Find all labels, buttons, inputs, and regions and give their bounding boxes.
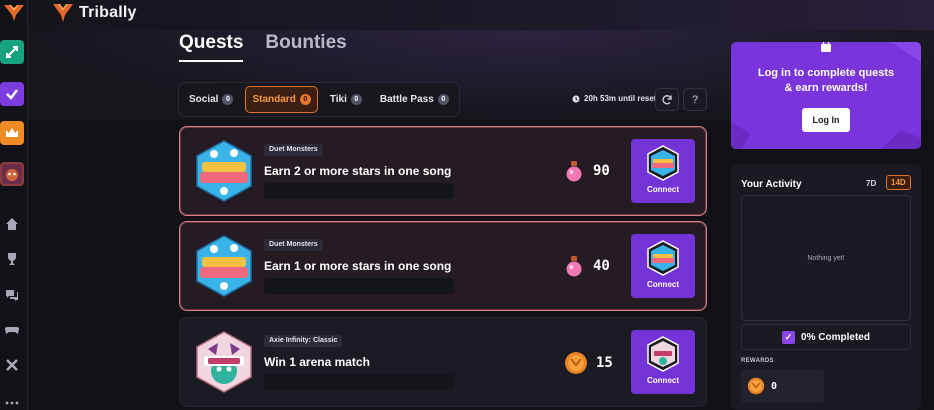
- help-icon: ?: [691, 93, 699, 106]
- quest-reward: 90: [564, 160, 610, 182]
- quest-category-tabs: Social 0 Standard 0 Tiki 0 Battle Pass 0: [178, 82, 460, 117]
- subtab-label: Tiki: [329, 94, 347, 105]
- quest-reward: 40: [564, 255, 610, 277]
- quest-progress-bar: [264, 278, 454, 294]
- tribally-logo-icon[interactable]: [3, 4, 25, 22]
- left-rail: [0, 0, 28, 410]
- check-icon: [6, 89, 18, 100]
- subtab-label: Battle Pass: [379, 94, 434, 105]
- range-14d-toggle[interactable]: 14D: [886, 175, 911, 190]
- tribally-logo-icon: [53, 4, 73, 22]
- activity-title: Your Activity: [741, 179, 802, 190]
- axie-infinity-logo-icon: [196, 331, 252, 393]
- swap-icon: [6, 46, 18, 58]
- quest-card[interactable]: Duet Monsters Earn 2 or more stars in on…: [179, 126, 707, 216]
- login-line-2: & earn rewards!: [784, 82, 868, 94]
- empty-state-text: Nothing yet!: [807, 254, 845, 262]
- duet-monsters-logo-icon: [196, 235, 252, 297]
- potion-icon: [566, 161, 582, 182]
- duet-monsters-logo-icon: [196, 140, 252, 202]
- coin-icon: [747, 377, 765, 395]
- connect-button[interactable]: Connect: [631, 330, 695, 394]
- potion-icon: [566, 256, 582, 277]
- quest-game-tag: Axie Infinity: Classic: [264, 335, 343, 347]
- tools-icon[interactable]: [5, 358, 19, 372]
- app-shortcut-check[interactable]: [0, 82, 24, 106]
- reward-amount: 90: [593, 163, 610, 179]
- quest-title: Earn 1 or more stars in one song: [264, 259, 452, 273]
- refresh-icon: [662, 94, 672, 104]
- reward-amount: 40: [593, 258, 610, 274]
- coin-icon: [565, 352, 587, 374]
- activity-chart-area: Nothing yet!: [741, 195, 911, 321]
- quest-progress-bar: [264, 183, 454, 199]
- quest-progress-bar: [264, 374, 454, 390]
- connect-label: Connect: [647, 185, 679, 194]
- refresh-button[interactable]: [655, 88, 679, 111]
- connect-button[interactable]: Connect: [631, 139, 695, 203]
- login-line-1: Log in to complete quests: [757, 67, 895, 79]
- quest-title: Win 1 arena match: [264, 355, 370, 369]
- activity-panel: Your Activity 7D 14D Nothing yet! ✓ 0% C…: [731, 164, 921, 410]
- trophy-icon[interactable]: [5, 252, 19, 266]
- login-message: Log in to complete quests & earn rewards…: [731, 66, 921, 96]
- completion-text: 0% Completed: [801, 331, 870, 343]
- main-tabs: Quests Bounties: [179, 32, 347, 62]
- count-badge: 0: [437, 94, 449, 105]
- app-shortcut-swap[interactable]: [0, 40, 24, 64]
- quest-title: Earn 2 or more stars in one song: [264, 164, 452, 178]
- duet-monsters-mini-icon: [647, 145, 679, 181]
- login-button[interactable]: Log In: [802, 108, 850, 132]
- game-avatar-icon: [2, 164, 22, 184]
- tab-bounties[interactable]: Bounties: [265, 32, 346, 62]
- rewards-label: REWARDS: [741, 358, 774, 364]
- subtab-battle-pass[interactable]: Battle Pass 0: [374, 86, 455, 113]
- check-icon: ✓: [782, 330, 796, 344]
- connect-button[interactable]: Connect: [631, 234, 695, 298]
- quest-game-tag: Duet Monsters: [264, 144, 323, 156]
- crown-icon: [6, 128, 18, 137]
- chat-icon[interactable]: [5, 288, 19, 302]
- range-7d-toggle[interactable]: 7D: [863, 177, 879, 190]
- reward-amount: 15: [596, 355, 613, 371]
- rewards-summary: 0: [741, 369, 824, 403]
- tab-quests[interactable]: Quests: [179, 32, 244, 62]
- subtab-social[interactable]: Social 0: [183, 86, 239, 113]
- brand-name: Tribally: [79, 4, 137, 21]
- count-badge: 0: [350, 94, 362, 105]
- help-button[interactable]: ?: [683, 88, 707, 111]
- app-shortcut-crown[interactable]: [0, 121, 24, 145]
- quest-card[interactable]: Axie Infinity: Classic Win 1 arena match…: [179, 317, 707, 407]
- reset-text: 20h 53m until reset: [584, 94, 657, 103]
- quest-reward: 15: [564, 351, 613, 375]
- completion-status: ✓ 0% Completed: [741, 324, 911, 350]
- clock-icon: [572, 95, 580, 102]
- quest-game-tag: Duet Monsters: [264, 239, 323, 251]
- login-panel: Log in to complete quests & earn rewards…: [731, 42, 921, 149]
- connect-label: Connect: [647, 376, 679, 385]
- subtab-label: Social: [189, 94, 219, 105]
- top-bar: [28, 0, 934, 30]
- connect-label: Connect: [647, 280, 679, 289]
- reset-timer: 20h 53m until reset: [572, 94, 656, 103]
- subtab-standard[interactable]: Standard 0: [245, 86, 318, 113]
- lock-icon: [821, 42, 831, 52]
- subtab-label: Standard: [252, 94, 296, 105]
- brand[interactable]: Tribally: [52, 3, 137, 23]
- count-badge: 0: [299, 94, 311, 105]
- gamepad-icon[interactable]: [5, 323, 19, 337]
- rewards-value: 0: [771, 380, 778, 392]
- count-badge: 0: [222, 94, 234, 105]
- app-shortcut-game[interactable]: [0, 162, 24, 186]
- more-icon[interactable]: [5, 396, 19, 410]
- axie-mini-icon: [647, 336, 679, 372]
- duet-monsters-mini-icon: [647, 240, 679, 276]
- quest-card[interactable]: Duet Monsters Earn 1 or more stars in on…: [179, 221, 707, 311]
- subtab-tiki[interactable]: Tiki 0: [324, 86, 368, 113]
- home-icon[interactable]: [5, 217, 19, 231]
